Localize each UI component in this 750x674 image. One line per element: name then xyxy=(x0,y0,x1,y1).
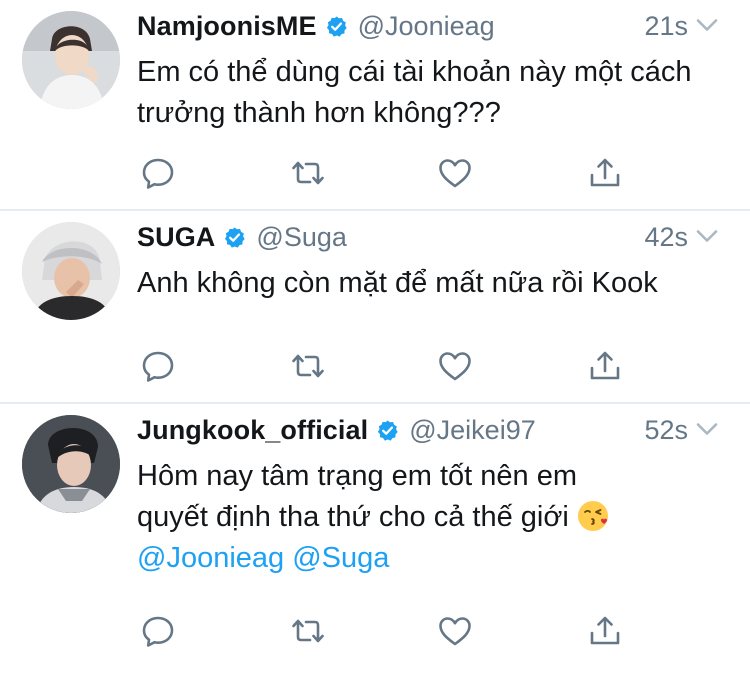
avatar[interactable] xyxy=(22,222,120,320)
tweet-text: Anh không còn mặt để mất nữa rồi Kook xyxy=(137,267,658,299)
retweet-button[interactable] xyxy=(287,152,329,194)
like-icon xyxy=(437,155,473,191)
tweet-text-line: quyết định tha thứ cho cả thế giới xyxy=(137,497,727,538)
like-button[interactable] xyxy=(434,610,476,652)
avatar[interactable] xyxy=(22,11,120,109)
chevron-down-icon[interactable] xyxy=(694,12,720,38)
reply-icon xyxy=(140,613,176,649)
retweet-button[interactable] xyxy=(287,345,329,387)
share-button[interactable] xyxy=(584,610,626,652)
reply-button[interactable] xyxy=(137,610,179,652)
kissing-face-emoji-icon xyxy=(577,501,608,531)
tweet-text-line: @Joonieag @Suga xyxy=(137,538,727,579)
mention-link[interactable]: @Suga xyxy=(292,542,389,574)
username[interactable]: @Suga xyxy=(256,222,346,253)
chevron-down-icon[interactable] xyxy=(694,223,720,249)
timestamp[interactable]: 42s xyxy=(644,220,688,254)
display-name[interactable]: SUGA xyxy=(137,222,215,253)
retweet-icon xyxy=(290,155,326,191)
like-icon xyxy=(437,613,473,649)
tweet-actions xyxy=(137,152,617,194)
like-button[interactable] xyxy=(434,345,476,387)
tweet[interactable]: Jungkook_official @Jeikei97 52s Hôm nay … xyxy=(0,404,750,674)
share-button[interactable] xyxy=(584,152,626,194)
tweet[interactable]: NamjoonisME @Joonieag 21s Em có thể dùng… xyxy=(0,0,750,211)
retweet-icon xyxy=(290,613,326,649)
tweet-actions xyxy=(137,610,617,652)
timestamp[interactable]: 21s xyxy=(644,9,688,43)
reply-icon xyxy=(140,155,176,191)
verified-badge-icon xyxy=(223,226,246,249)
timestamp[interactable]: 52s xyxy=(644,413,688,447)
retweet-button[interactable] xyxy=(287,610,329,652)
display-name[interactable]: NamjoonisME xyxy=(137,11,317,42)
username[interactable]: @Jeikei97 xyxy=(409,415,535,446)
tweet-text-line: Hôm nay tâm trạng em tốt nên em xyxy=(137,460,578,492)
mention-link[interactable]: @Joonieag xyxy=(137,542,284,574)
tweet-actions xyxy=(137,345,617,387)
share-icon xyxy=(587,613,623,649)
share-icon xyxy=(587,155,623,191)
verified-badge-icon xyxy=(325,15,348,38)
reply-button[interactable] xyxy=(137,345,179,387)
like-icon xyxy=(437,348,473,384)
tweet-text-segment: quyết định tha thứ cho cả thế giới xyxy=(137,501,569,533)
verified-badge-icon xyxy=(376,419,399,442)
share-button[interactable] xyxy=(584,345,626,387)
tweet-timeline: NamjoonisME @Joonieag 21s Em có thể dùng… xyxy=(0,0,750,674)
reply-button[interactable] xyxy=(137,152,179,194)
chevron-down-icon[interactable] xyxy=(694,416,720,442)
tweet-text: Hôm nay tâm trạng em tốt nên em quyết đị… xyxy=(137,456,727,579)
tweet-text: Em có thể dùng cái tài khoản này một các… xyxy=(137,56,692,129)
retweet-icon xyxy=(290,348,326,384)
share-icon xyxy=(587,348,623,384)
like-button[interactable] xyxy=(434,152,476,194)
display-name[interactable]: Jungkook_official xyxy=(137,415,368,446)
reply-icon xyxy=(140,348,176,384)
tweet[interactable]: SUGA @Suga 42s Anh không còn mặt để mất … xyxy=(0,211,750,404)
username[interactable]: @Joonieag xyxy=(358,11,495,42)
avatar[interactable] xyxy=(22,415,120,513)
